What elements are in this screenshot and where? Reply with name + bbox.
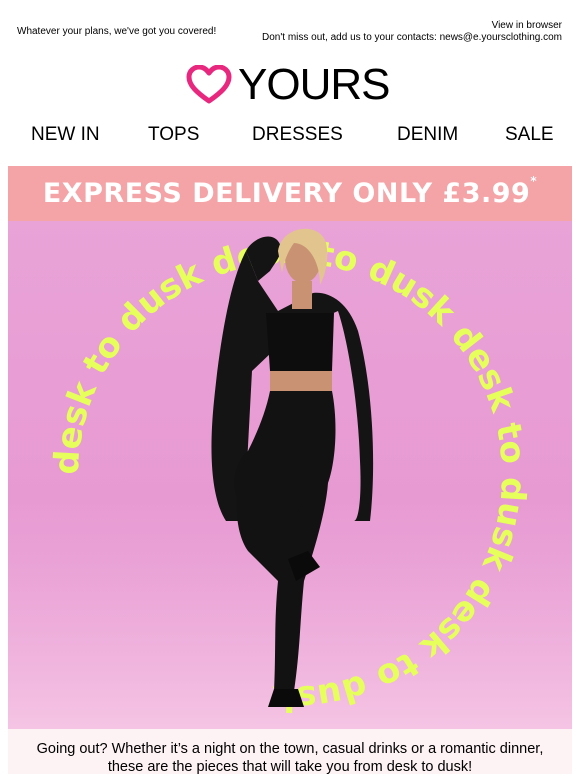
nav-dresses[interactable]: DRESSES [252,122,343,148]
nav-new-in[interactable]: NEW IN [31,122,100,148]
view-in-browser-link[interactable]: View in browser [262,20,562,32]
logo-text: YOURS [238,60,390,109]
nav-sale[interactable]: SALE [505,122,554,148]
hero-image[interactable]: desk to dusk desk to dusk desk to dusk d… [8,221,572,729]
intro-copy: Going out? Whether it’s a night on the t… [8,729,572,775]
main-nav: NEW IN TOPS DRESSES DENIM SALE [0,122,580,150]
nav-tops[interactable]: TOPS [148,122,199,148]
express-delivery-banner[interactable]: EXPRESS DELIVERY ONLY £3.99* [8,166,572,221]
banner-text: EXPRESS DELIVERY ONLY £3.99* [42,174,538,209]
intro-copy-line-2: these are the pieces that will take you … [107,759,473,775]
nav-denim[interactable]: DENIM [397,122,458,148]
intro-copy-line-1: Going out? Whether it’s a night on the t… [36,741,544,757]
brand-logo[interactable]: YOURS [186,62,396,108]
hero-illustration: desk to dusk desk to dusk desk to dusk d… [8,228,572,729]
add-contacts-link[interactable]: Don't miss out, add us to your contacts:… [262,32,562,44]
preheader: Whatever your plans, we've got you cover… [0,0,580,52]
preheader-links: View in browser Don't miss out, add us t… [262,20,562,44]
preheader-tagline: Whatever your plans, we've got you cover… [17,26,217,37]
heart-outline-icon [186,65,232,104]
